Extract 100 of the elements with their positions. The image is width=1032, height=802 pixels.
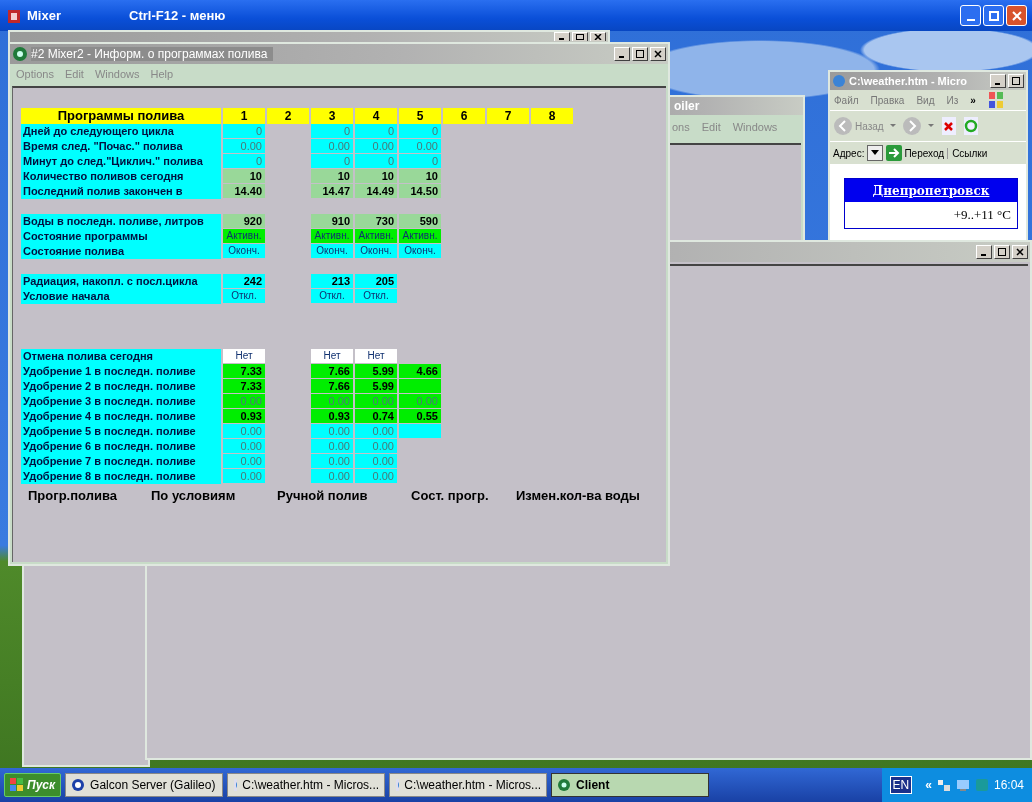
table-cell: 0.74 — [355, 409, 397, 423]
table-cell: 10 — [399, 169, 441, 183]
network-icon[interactable] — [936, 778, 951, 792]
row-label: Время след. "Почас." полива — [21, 139, 221, 154]
table-cell: 0.00 — [223, 424, 265, 438]
table-cell: Нет — [311, 349, 353, 363]
taskbar-button[interactable]: Galcon Server (Galileo) — [65, 773, 224, 797]
close-icon — [654, 50, 662, 58]
table-cell: 0.00 — [355, 394, 397, 408]
taskbar-button[interactable]: Client — [551, 773, 710, 797]
language-indicator[interactable]: EN — [889, 776, 913, 794]
close-button[interactable] — [650, 47, 666, 61]
table-cell: 0.00 — [223, 394, 265, 408]
stop-icon[interactable] — [939, 116, 958, 136]
window-title: Mixer — [27, 8, 62, 23]
table-cell: 0.93 — [311, 409, 353, 423]
caret-icon — [871, 150, 880, 156]
table-cell: Откл. — [223, 289, 265, 303]
links-button[interactable]: Ссылки — [947, 147, 988, 159]
minimize-button[interactable] — [614, 47, 630, 61]
close-icon — [1011, 10, 1022, 21]
more-button[interactable]: » — [970, 94, 976, 106]
table-cell: 0.00 — [311, 469, 353, 483]
start-button[interactable]: Пуск — [4, 773, 62, 797]
table-cell: 0 — [223, 124, 265, 138]
menu-item[interactable]: Вид — [916, 94, 935, 106]
column-header: 1 — [223, 108, 265, 124]
close-icon — [594, 34, 602, 40]
minimize-button[interactable] — [976, 245, 992, 259]
table-cell: 0 — [311, 124, 353, 138]
row-label: Количество поливов сегодня — [21, 169, 221, 184]
dropdown-button[interactable] — [867, 145, 884, 161]
table-cell: 14.49 — [355, 184, 397, 198]
table-cell: 0 — [355, 154, 397, 168]
row-label: Удобрение 3 в последн. поливе — [21, 394, 221, 409]
mode-button[interactable]: По условиям — [151, 488, 236, 503]
mode-button[interactable]: Сост. прогр. — [411, 488, 489, 503]
table-cell: 0.00 — [223, 139, 265, 153]
mode-button[interactable]: Прогр.полива — [28, 488, 117, 503]
table-cell: Оконч. — [311, 244, 353, 258]
table-cell: 242 — [223, 274, 265, 288]
menu-item[interactable]: Правка — [870, 94, 905, 106]
table-cell: Оконч. — [399, 244, 441, 258]
table-cell: 920 — [223, 214, 265, 228]
go-button[interactable]: Переход — [886, 145, 945, 161]
taskbar-button[interactable]: C:\weather.htm - Micros... — [389, 773, 548, 797]
table-cell: Оконч. — [223, 244, 265, 258]
maximize-button[interactable] — [1008, 74, 1024, 88]
address-label: Адрес: — [833, 147, 865, 159]
row-label: Состояние полива — [21, 244, 221, 259]
table-cell: 0 — [223, 154, 265, 168]
minimize-button[interactable] — [554, 32, 570, 41]
table-cell: Оконч. — [355, 244, 397, 258]
table-cell: 0.00 — [399, 139, 441, 153]
column-header: 7 — [487, 108, 529, 124]
mode-button[interactable]: Ручной полив — [277, 488, 368, 503]
table-cell: 0.55 — [399, 409, 441, 423]
window-title: #2 Mixer2 - Информ. о программах полива — [31, 47, 274, 61]
mode-button[interactable]: Измен.кол-ва воды — [516, 488, 640, 503]
table-cell: Нет — [355, 349, 397, 363]
maximize-icon — [636, 50, 644, 58]
taskbar-button[interactable]: C:\weather.htm - Micros... — [227, 773, 386, 797]
window-title: oiler — [673, 99, 700, 113]
table-cell: 0.00 — [355, 439, 397, 453]
clock: 16:04 — [993, 778, 1024, 792]
table-cell: 10 — [223, 169, 265, 183]
refresh-icon[interactable] — [961, 116, 980, 136]
table-cell: Активн. — [399, 229, 441, 243]
close-button[interactable] — [1012, 245, 1028, 259]
maximize-button[interactable] — [994, 245, 1010, 259]
maximize-button[interactable] — [572, 32, 588, 41]
menu-item[interactable]: Из — [946, 94, 959, 106]
city-link[interactable]: Днепропетровск — [872, 184, 990, 198]
row-label: Условие начала — [21, 289, 221, 304]
maximize-icon — [1012, 77, 1020, 85]
row-label: Удобрение 4 в последн. поливе — [21, 409, 221, 424]
table-cell: 0.93 — [223, 409, 265, 423]
table-cell: 7.66 — [311, 379, 353, 393]
table-cell: 7.33 — [223, 379, 265, 393]
table-cell: 0.00 — [355, 454, 397, 468]
table-cell: 10 — [311, 169, 353, 183]
row-label: Удобрение 5 в последн. поливе — [21, 424, 221, 439]
table-cell: 0.00 — [355, 424, 397, 438]
table-cell: Нет — [223, 349, 265, 363]
row-label: Удобрение 7 в последн. поливе — [21, 454, 221, 469]
table-cell: 0 — [355, 124, 397, 138]
minimize-button[interactable] — [990, 74, 1006, 88]
maximize-icon — [988, 10, 999, 21]
close-button[interactable] — [590, 32, 606, 41]
windows-logo-icon — [10, 778, 24, 792]
app-icon — [12, 46, 28, 62]
table-cell: 213 — [311, 274, 353, 288]
table-cell: 14.40 — [223, 184, 265, 198]
table-heading: Программы полива — [21, 108, 221, 124]
maximize-button[interactable] — [632, 47, 648, 61]
table-cell: Активн. — [223, 229, 265, 243]
table-cell: 0.00 — [355, 469, 397, 483]
expand-tray-button[interactable]: « — [925, 778, 932, 792]
table-cell: 0.00 — [223, 439, 265, 453]
table-cell: 0 — [399, 154, 441, 168]
